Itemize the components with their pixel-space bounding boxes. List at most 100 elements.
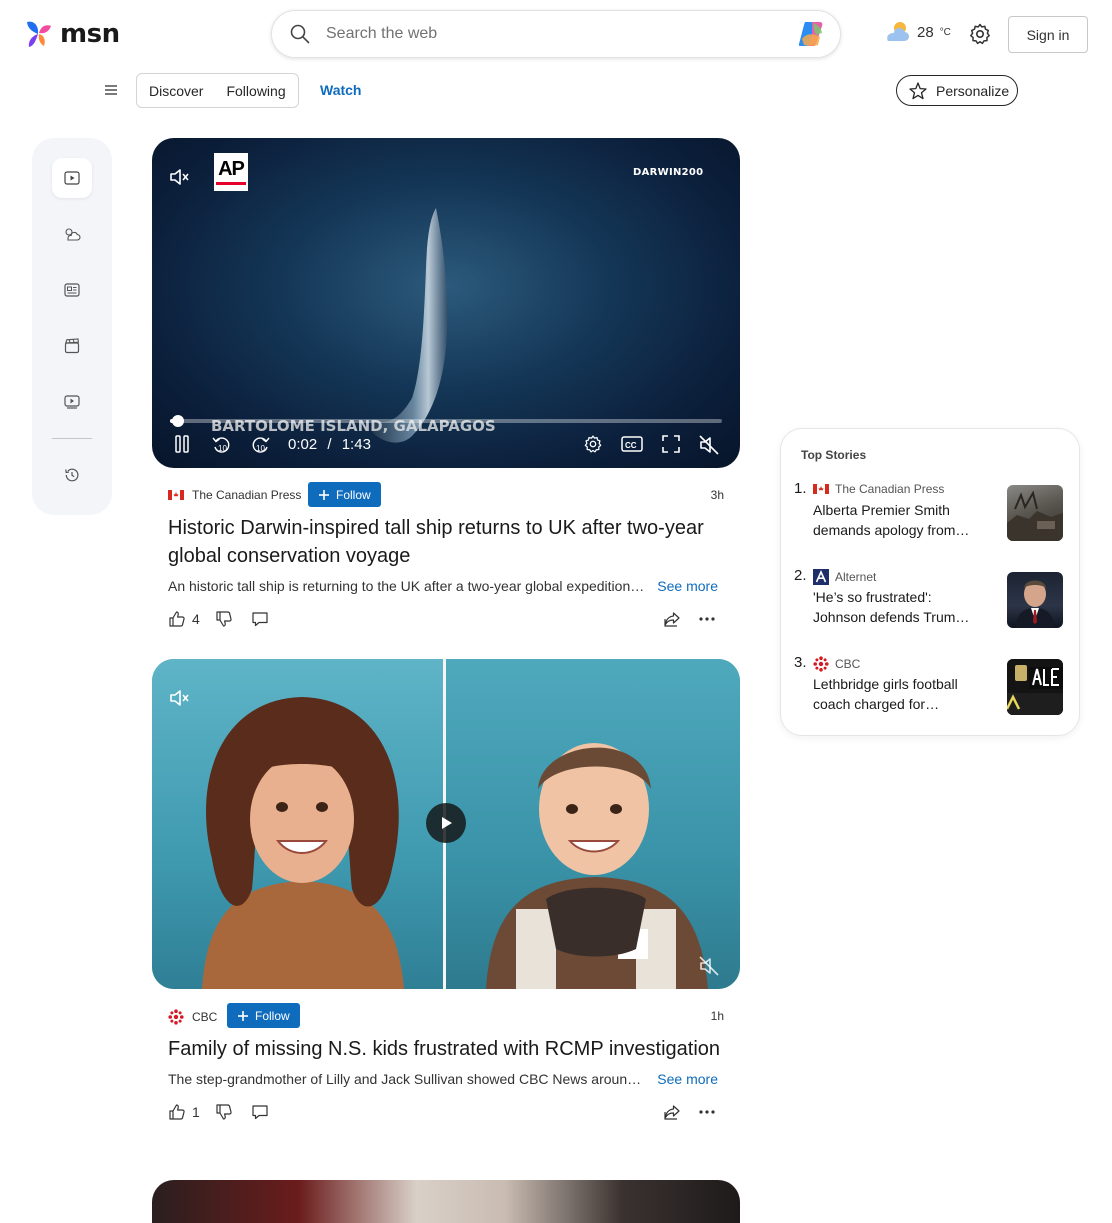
post-age: 3h (710, 488, 724, 502)
source[interactable]: The Canadian Press (168, 488, 301, 502)
top-story-item[interactable]: 3. CBC Lethbridge girls football coach c… (781, 654, 1081, 724)
summary-text: The step-grandmother of Lilly and Jack S… (168, 1071, 648, 1087)
volume-muted-icon[interactable] (698, 434, 720, 456)
search-box[interactable] (271, 10, 841, 58)
story-title[interactable]: 'He’s so frustrated': Johnson defends Tr… (813, 587, 983, 627)
share-button[interactable] (663, 1103, 681, 1121)
clapperboard-icon (64, 338, 80, 354)
rail-weather[interactable] (52, 214, 92, 254)
headline[interactable]: Family of missing N.S. kids frustrated w… (168, 1035, 724, 1063)
msn-butterfly-icon (27, 21, 51, 47)
skip-back-icon[interactable]: 10 (210, 434, 232, 456)
story-thumbnail[interactable] (1007, 572, 1063, 628)
skip-forward-icon[interactable]: 10 (250, 434, 272, 456)
video-time: 0:02 / 1:43 (288, 436, 371, 453)
video-player[interactable] (152, 659, 740, 989)
weather-widget[interactable]: 28 °C (883, 20, 951, 44)
dislike-button[interactable] (215, 1103, 233, 1121)
canada-flag-icon (168, 490, 184, 500)
comment-icon (252, 1105, 268, 1120)
rail-video-library[interactable] (52, 382, 92, 422)
video-card[interactable]: AP DARWIN200 BARTOLOME ISLAND, GALAPAGOS… (152, 138, 740, 634)
rail-divider (52, 438, 92, 439)
comment-button[interactable] (251, 610, 269, 628)
left-rail (32, 138, 112, 515)
tab-watch[interactable]: Watch (320, 82, 361, 98)
temperature-unit: °C (939, 26, 951, 38)
video-progress-bar[interactable] (170, 415, 722, 427)
rail-history[interactable] (52, 455, 92, 495)
story-rank: 2. (794, 567, 807, 584)
more-options-icon[interactable] (698, 1103, 716, 1121)
story-source-name: The Canadian Press (835, 482, 945, 496)
rail-movies[interactable] (52, 326, 92, 366)
dislike-button[interactable] (215, 610, 233, 628)
rail-news[interactable] (52, 270, 92, 310)
thumbs-down-icon (216, 1104, 232, 1120)
story-thumbnail[interactable] (1007, 485, 1063, 541)
cc-label: CC (625, 441, 637, 450)
video-card[interactable]: CBC Follow 1h Family of missing N.S. kid… (152, 659, 740, 1127)
video-player[interactable]: AP DARWIN200 BARTOLOME ISLAND, GALAPAGOS… (152, 138, 740, 468)
more-options-icon[interactable] (698, 610, 716, 628)
msn-logo[interactable]: msn (24, 18, 120, 50)
follow-label: Follow (336, 487, 371, 502)
top-story-item[interactable]: 2. Alternet 'He’s so frustrated': Johnso… (781, 567, 1081, 637)
fullscreen-icon[interactable] (661, 434, 681, 454)
tab-discover[interactable]: Discover (149, 83, 203, 99)
mute-toggle-icon[interactable] (168, 166, 190, 193)
rail-video-feed[interactable] (52, 158, 92, 198)
comment-button[interactable] (251, 1103, 269, 1121)
comment-icon (252, 612, 268, 627)
see-more-link[interactable]: See more (657, 578, 718, 594)
pause-icon[interactable] (172, 434, 192, 454)
mute-toggle-icon[interactable] (168, 687, 190, 714)
story-source: CBC (813, 656, 860, 672)
alternet-logo-icon (813, 569, 829, 585)
news-icon (64, 283, 80, 297)
story-thumbnail[interactable] (1007, 659, 1063, 715)
story-source-name: CBC (835, 657, 861, 671)
top-story-item[interactable]: 1. The Canadian Press Alberta Premier Sm… (781, 480, 1081, 550)
volume-muted-icon[interactable] (698, 955, 720, 982)
follow-button[interactable]: Follow (308, 482, 381, 507)
search-icon (290, 24, 310, 44)
closed-captions-icon[interactable]: CC (621, 434, 643, 454)
settings-icon[interactable] (968, 22, 992, 51)
copilot-icon[interactable] (796, 19, 826, 49)
hamburger-menu-icon[interactable] (100, 80, 122, 100)
progress-handle[interactable] (172, 415, 185, 427)
feed-tabs: Discover Following (136, 73, 299, 108)
tab-following[interactable]: Following (226, 83, 285, 99)
story-source-name: Alternet (835, 570, 877, 584)
story-title[interactable]: Lethbridge girls football coach charged … (813, 674, 983, 714)
headline[interactable]: Historic Darwin-inspired tall ship retur… (168, 514, 724, 570)
top-stories-title: Top Stories (801, 448, 867, 462)
card-actions: 1 (152, 1103, 740, 1127)
see-more-link[interactable]: See more (657, 1071, 718, 1087)
summary-text: An historic tall ship is returning to th… (168, 578, 645, 594)
plus-icon (319, 489, 329, 500)
source[interactable]: CBC (168, 1009, 217, 1025)
ap-logo: AP (214, 153, 248, 191)
sign-in-button[interactable]: Sign in (1008, 16, 1088, 53)
personalize-label: Personalize (936, 82, 1010, 99)
follow-button[interactable]: Follow (227, 1003, 300, 1028)
share-icon (664, 612, 680, 627)
like-button[interactable]: 1 (168, 1103, 200, 1121)
play-button[interactable] (426, 803, 466, 843)
video-watermark: DARWIN200 (633, 167, 704, 178)
like-button[interactable]: 4 (168, 610, 200, 628)
video-library-icon (64, 395, 80, 409)
cbc-gem-icon (168, 1009, 184, 1025)
like-count: 1 (192, 1104, 200, 1120)
video-card-thumbnail[interactable] (152, 1180, 740, 1223)
top-stories-panel: Top Stories 1. The Canadian Press Albert… (780, 428, 1080, 736)
video-settings-icon[interactable] (583, 434, 603, 454)
story-rank: 3. (794, 654, 807, 671)
search-input[interactable] (326, 25, 796, 43)
skip-forward-label: 10 (256, 444, 265, 453)
personalize-button[interactable]: Personalize (896, 75, 1018, 106)
share-button[interactable] (663, 610, 681, 628)
story-title[interactable]: Alberta Premier Smith demands apology fr… (813, 500, 983, 540)
